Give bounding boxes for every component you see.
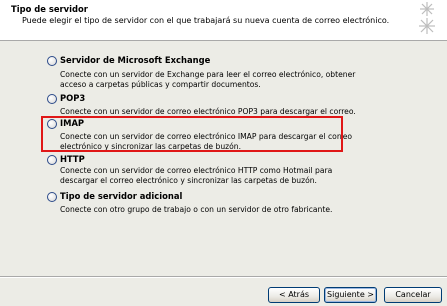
option-http-desc: Conecte con un servidor de correo electr… bbox=[60, 166, 375, 186]
page-title: Tipo de servidor bbox=[11, 4, 88, 14]
wizard-sparkle-icon bbox=[419, 2, 435, 34]
imap-highlight-box bbox=[41, 116, 343, 152]
option-additional-desc: Conecte con otro grupo de trabajo o con … bbox=[60, 205, 375, 215]
server-type-panel: Servidor de Microsoft Exchange Conecte c… bbox=[0, 41, 447, 272]
option-http-desc-line1: Conecte con un servidor de correo electr… bbox=[60, 166, 333, 175]
footer-divider bbox=[0, 276, 447, 278]
option-exchange-label[interactable]: Servidor de Microsoft Exchange bbox=[60, 55, 210, 65]
cancel-button[interactable]: Cancelar bbox=[384, 287, 442, 303]
option-http-label[interactable]: HTTP bbox=[60, 154, 85, 164]
wizard-header: Tipo de servidor Puede elegir el tipo de… bbox=[0, 0, 447, 41]
option-exchange-desc: Conecte con un servidor de Exchange para… bbox=[60, 70, 375, 90]
option-additional-label[interactable]: Tipo de servidor adicional bbox=[60, 191, 182, 201]
radio-pop3[interactable] bbox=[47, 94, 57, 104]
option-additional-desc-line1: Conecte con otro grupo de trabajo o con … bbox=[60, 205, 333, 214]
radio-exchange[interactable] bbox=[47, 56, 57, 66]
next-button[interactable]: Siguiente > bbox=[324, 287, 377, 303]
option-exchange-desc-line2: acceso a carpetas públicas y compartir d… bbox=[60, 80, 261, 89]
page-subtitle: Puede elegir el tipo de servidor con el … bbox=[22, 16, 390, 25]
option-pop3-label[interactable]: POP3 bbox=[60, 93, 85, 103]
radio-http[interactable] bbox=[47, 155, 57, 165]
option-exchange-desc-line1: Conecte con un servidor de Exchange para… bbox=[60, 70, 356, 79]
radio-additional[interactable] bbox=[47, 192, 57, 202]
back-button[interactable]: < Atrás bbox=[268, 287, 320, 303]
option-http-desc-line2: descargar el correo electrónico y sincro… bbox=[60, 176, 317, 185]
